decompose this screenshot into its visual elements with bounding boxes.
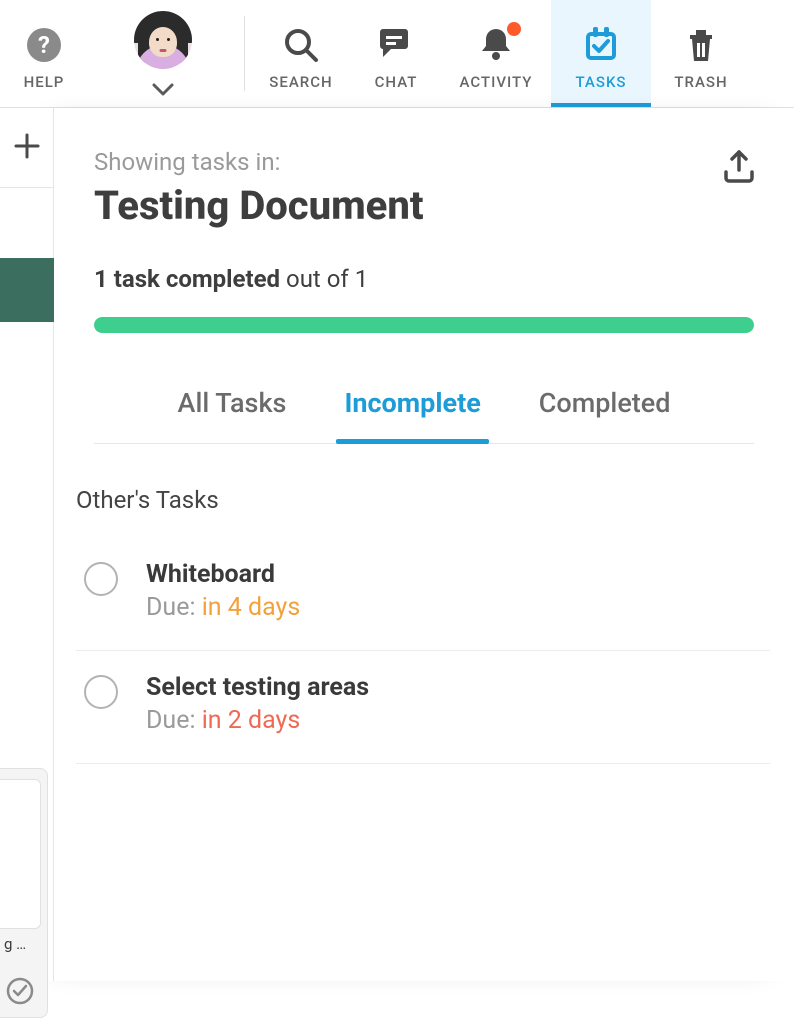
tasks-icon xyxy=(580,23,622,65)
chevron-down-icon xyxy=(152,83,174,97)
progress-bar xyxy=(94,317,754,333)
task-list: Whiteboard Due: in 4 days Select testing… xyxy=(54,538,794,764)
activity-button[interactable]: ACTIVITY xyxy=(441,0,551,107)
tab-incomplete[interactable]: Incomplete xyxy=(344,387,480,419)
search-label: SEARCH xyxy=(269,73,332,91)
notification-dot-icon xyxy=(507,22,521,36)
check-circle-icon xyxy=(6,977,34,1005)
left-rail: g … xyxy=(0,108,54,981)
task-title: Whiteboard xyxy=(146,560,770,589)
plus-icon xyxy=(12,131,42,165)
document-color-strip[interactable] xyxy=(0,258,54,322)
card-thumbnail-inner xyxy=(0,779,41,929)
task-due-value: in 2 days xyxy=(202,706,301,735)
help-icon: ? xyxy=(24,25,64,65)
progress-total: out of 1 xyxy=(280,265,368,293)
task-row[interactable]: Whiteboard Due: in 4 days xyxy=(76,538,770,651)
help-label: HELP xyxy=(24,73,65,91)
search-button[interactable]: SEARCH xyxy=(251,0,351,107)
add-button[interactable] xyxy=(0,108,53,188)
svg-text:?: ? xyxy=(38,31,50,59)
task-row[interactable]: Select testing areas Due: in 2 days xyxy=(76,651,770,764)
progress-completed: 1 task completed xyxy=(94,265,280,293)
task-checkbox[interactable] xyxy=(84,562,118,596)
chat-button[interactable]: CHAT xyxy=(351,0,441,107)
user-menu[interactable] xyxy=(88,0,238,107)
toolbar-divider xyxy=(244,16,245,91)
section-others-tasks: Other's Tasks xyxy=(54,444,794,538)
top-toolbar: ? HELP SEARCH xyxy=(0,0,794,108)
task-body: Select testing areas Due: in 2 days xyxy=(146,673,770,735)
trash-icon xyxy=(681,25,721,65)
avatar xyxy=(134,11,192,69)
activity-label: ACTIVITY xyxy=(460,73,533,91)
chat-icon xyxy=(375,23,417,65)
task-body: Whiteboard Due: in 4 days xyxy=(146,560,770,622)
task-due-label: Due: xyxy=(146,706,202,735)
trash-button[interactable]: TRASH xyxy=(651,0,751,107)
task-due-value: in 4 days xyxy=(202,593,301,622)
tab-completed[interactable]: Completed xyxy=(539,387,671,419)
task-due: Due: in 2 days xyxy=(146,706,770,735)
progress-fill xyxy=(94,317,754,333)
task-due: Due: in 4 days xyxy=(146,593,770,622)
tasks-panel: Showing tasks in: Testing Document 1 tas… xyxy=(54,108,794,981)
tab-all-tasks[interactable]: All Tasks xyxy=(178,387,287,419)
tasks-button[interactable]: TASKS xyxy=(551,0,651,107)
search-icon xyxy=(281,25,321,65)
export-button[interactable] xyxy=(720,148,758,190)
export-icon xyxy=(720,171,758,190)
progress-text: 1 task completed out of 1 xyxy=(94,265,754,293)
task-due-label: Due: xyxy=(146,593,202,622)
help-button[interactable]: ? HELP xyxy=(0,0,88,107)
task-filter-tabs: All Tasks Incomplete Completed xyxy=(94,387,754,444)
task-checkbox[interactable] xyxy=(84,675,118,709)
trash-label: TRASH xyxy=(674,73,727,91)
showing-label: Showing tasks in: xyxy=(94,148,754,176)
card-caption: g … xyxy=(4,935,43,953)
document-title: Testing Document xyxy=(94,182,754,229)
chat-label: CHAT xyxy=(375,73,418,91)
task-title: Select testing areas xyxy=(146,673,770,702)
tasks-label: TASKS xyxy=(575,73,626,91)
